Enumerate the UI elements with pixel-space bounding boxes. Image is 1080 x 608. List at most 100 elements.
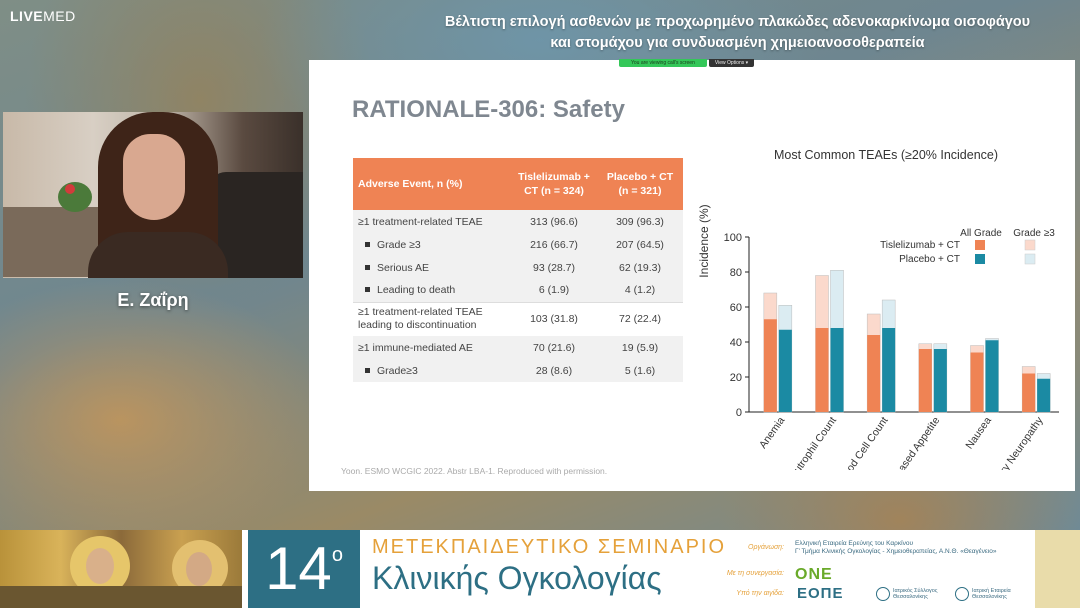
x-category-label: Anemia [757,415,787,451]
byzantine-mosaic-image [0,530,242,608]
medical-association-seal-icon [876,587,890,601]
row-value-tislelizumab: 6 (1.9) [511,279,597,302]
x-category-label: Nausea [963,415,994,452]
chart-title: Most Common TEAEs (≥20% Incidence) [774,148,998,162]
mosaic-face [186,552,212,586]
bar-grade3 [815,328,829,412]
row-value-placebo: 207 (64.5) [597,233,683,256]
row-label: ≥1 treatment-related TEAE [353,210,511,233]
bar-grade3 [985,340,999,412]
row-label: Grade ≥3 [353,233,511,256]
eope-logo: ΕΟΠΕ [797,585,844,602]
bar-grade3 [1037,378,1051,412]
legend-all-grade-header: All Grade [960,228,1002,239]
y-axis-label: Incidence (%) [697,204,711,277]
y-tick-label: 60 [730,302,742,314]
logo-med-text: MED [43,8,76,24]
bar-grade3 [763,319,777,412]
bullet-icon [365,264,370,270]
organization-text: Ελληνική Εταιρεία Ερεύνης του Καρκίνου Γ… [795,540,997,555]
table-row: Leading to death 6 (1.9) 4 (1.2) [353,279,683,302]
row-value-tislelizumab: 103 (31.8) [511,301,597,336]
table-row: ≥1 immune-mediated AE 70 (21.6) 19 (5.9) [353,336,683,359]
row-value-tislelizumab: 28 (8.6) [511,359,597,382]
collaboration-label: Με τη συνεργασία: [726,570,784,577]
legend-swatch-pla-all [975,254,985,264]
header-tislelizumab: Tislelizumab + CT (n = 324) [511,158,597,210]
session-title-line1: Βέλτιστη επιλογή ασθενών με προχωρημένο … [444,14,1031,30]
header-placebo: Placebo + CT (n = 321) [597,158,683,210]
viewing-screen-indicator: You are viewing call's screen [619,59,707,67]
table-row: Grade ≥3 216 (66.7) 207 (64.5) [353,233,683,256]
row-label: Grade≥3 [353,359,511,382]
row-value-tislelizumab: 313 (96.6) [511,210,597,233]
view-options-button[interactable]: View Options ▾ [708,59,755,67]
seminar-number: 14ο [248,530,360,608]
bar-grade3 [882,328,896,412]
session-title: Βέλτιστη επιλογή ασθενών με προχωρημένο … [400,12,1075,54]
one-logo: ONE [795,566,833,583]
bar-grade3 [778,329,792,412]
bar-grade3 [830,328,844,412]
livemed-logo: LIVEMED [10,8,76,24]
legend-swatch-tis-g3 [1024,239,1036,251]
screen-share-bar: You are viewing call's screen View Optio… [619,59,755,67]
background-flower [65,184,75,194]
bar-grade3 [1022,373,1036,412]
banner-right-decoration [1035,530,1080,608]
bar-grade3 [918,349,932,412]
speaker-name: Ε. Ζαΐρη [117,290,189,310]
legend-swatch-pla-g3 [1024,253,1036,265]
header-adverse-event: Adverse Event, n (%) [353,158,511,210]
row-value-tislelizumab: 216 (66.7) [511,233,597,256]
y-tick-label: 0 [736,407,742,419]
seminar-title-line2: Κλινικής Ογκολογίας [372,560,662,596]
y-tick-label: 40 [730,337,742,349]
slide-citation: Yoon. ESMO WCGIC 2022. Abstr LBA-1. Repr… [341,466,608,476]
speaker-body [88,232,228,278]
speaker-webcam-video[interactable] [3,112,303,278]
bullet-icon [365,241,370,247]
table-row: Grade≥3 28 (8.6) 5 (1.6) [353,359,683,382]
aegis-label: Υπό την αιγίδα: [736,590,784,597]
table-header-row: Adverse Event, n (%) Tislelizumab + CT (… [353,158,683,210]
chart-legend: All Grade Grade ≥3 Tislelizumab + CT Placeb… [880,228,1055,265]
mosaic-robe [0,586,242,608]
adverse-events-table: Adverse Event, n (%) Tislelizumab + CT (… [353,158,683,382]
medical-society-seal-icon [955,587,969,601]
mosaic-face [86,548,114,584]
legend-placebo-label: Placebo + CT [899,254,960,265]
table-row: Serious AE 93 (28.7) 62 (19.3) [353,256,683,279]
legend-grade3-header: Grade ≥3 [1013,228,1055,239]
legend-tislelizumab-label: Tislelizumab + CT [880,240,960,251]
row-label: Serious AE [353,256,511,279]
bullet-icon [365,287,370,293]
table-row: ≥1 treatment-related TEAE 313 (96.6) 309… [353,210,683,233]
row-value-placebo: 72 (22.4) [597,301,683,336]
row-value-tislelizumab: 93 (28.7) [511,256,597,279]
teae-bar-chart: Most Common TEAEs (≥20% Incidence) Incid… [697,148,1059,470]
y-tick-label: 20 [730,372,742,384]
y-tick-label: 80 [730,267,742,279]
row-value-tislelizumab: 70 (21.6) [511,336,597,359]
seminar-banner: 14ο ΜΕΤΕΚΠΑΙΔΕΥΤΙΚΟ ΣΕΜΙΝΑΡΙΟ Κλινικής Ο… [0,530,1080,608]
medical-society-text: Ιατρική Εταιρεία Θεσσαλονίκης [972,588,1011,600]
row-value-placebo: 4 (1.2) [597,279,683,302]
row-label: ≥1 immune-mediated AE [353,336,511,359]
chart-bars [763,270,1051,413]
table-row: ≥1 treatment-related TEAE leading to disc… [353,301,683,336]
row-value-placebo: 62 (19.3) [597,256,683,279]
medical-association-text: Ιατρικός Σύλλογος Θεσσαλονίκης [893,588,938,600]
background-plant [58,182,92,212]
row-label: ≥1 treatment-related TEAE leading to disc… [353,301,511,336]
organization-label: Οργάνωση: [748,544,784,551]
session-title-line2: και στομάχου για συνδυασμένη χημειοανοσο… [550,35,925,51]
slide-title: RATIONALE-306: Safety [352,96,625,123]
shared-slide: You are viewing call's screen View Optio… [309,59,1075,491]
seminar-title-line1: ΜΕΤΕΚΠΑΙΔΕΥΤΙΚΟ ΣΕΜΙΝΑΡΙΟ [372,536,727,558]
row-value-placebo: 309 (96.3) [597,210,683,233]
y-tick-label: 100 [724,232,742,244]
bar-grade3 [867,335,881,412]
bar-grade3 [933,349,947,412]
row-value-placebo: 5 (1.6) [597,359,683,382]
